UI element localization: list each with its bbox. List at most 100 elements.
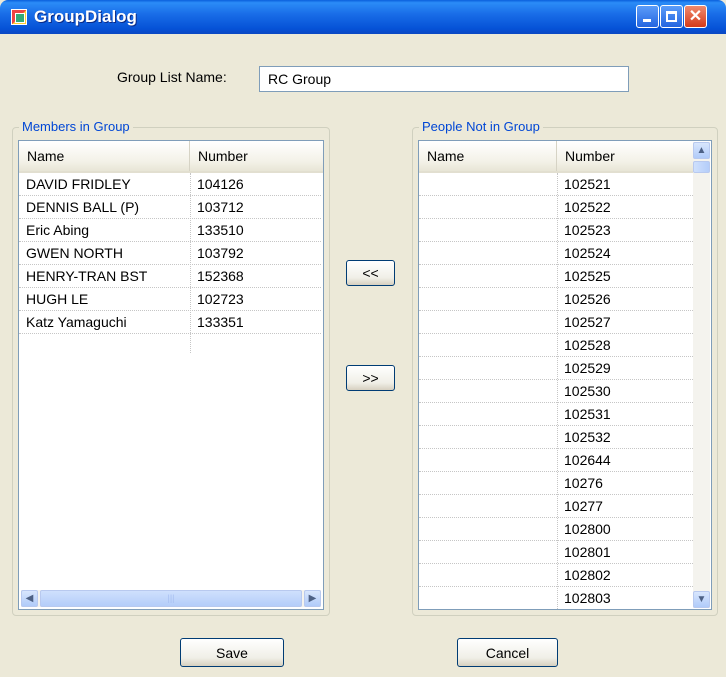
cell-name [419,196,426,218]
app-icon [11,9,27,25]
cell-number: 102529 [564,360,611,376]
cell-number: 10277 [564,498,603,514]
cell-name [419,403,426,425]
table-row[interactable]: 102522 [419,196,693,219]
cell-name [419,311,426,333]
column-header-number[interactable]: Number [190,141,321,171]
cell-name: GWEN NORTH [26,245,123,261]
cell-number: 102723 [197,291,244,307]
cell-number: 103712 [197,199,244,215]
table-row[interactable]: 102532 [419,426,693,449]
title-bar[interactable]: GroupDialog ✕ [0,0,726,34]
table-row[interactable]: Eric Abing 133510 [19,219,321,242]
cell-name [419,334,426,356]
table-row[interactable]: 102524 [419,242,693,265]
cell-name [419,449,426,471]
cell-name [419,564,426,586]
column-header-number[interactable]: Number [557,141,693,171]
table-row[interactable]: 102803 [419,587,693,609]
cell-name [419,242,426,264]
group-name-label: Group List Name: [117,69,227,85]
cell-number: 102802 [564,567,611,583]
group-name-input[interactable]: RC Group [259,66,629,92]
cell-number: 102800 [564,521,611,537]
table-row[interactable]: 102525 [419,265,693,288]
table-row[interactable]: 102528 [419,334,693,357]
cell-number: 102532 [564,429,611,445]
cell-number: 152368 [197,268,244,284]
cell-name: Eric Abing [26,222,90,238]
cell-number: 103792 [197,245,244,261]
cell-name [419,472,426,494]
cell-number: 102530 [564,383,611,399]
table-row[interactable]: HENRY-TRAN BST 152368 [19,265,321,288]
cell-name [419,357,426,379]
cell-name [419,426,426,448]
table-row[interactable]: HUGH LE 102723 [19,288,321,311]
table-row[interactable]: 10276 [419,472,693,495]
table-row[interactable]: 102523 [419,219,693,242]
minimize-button[interactable] [636,5,659,28]
cancel-button[interactable]: Cancel [457,638,558,667]
scroll-thumb[interactable]: ||| [40,590,302,607]
cell-number: 10276 [564,475,603,491]
add-to-group-button[interactable]: << [346,260,395,286]
cell-number: 102524 [564,245,611,261]
cell-name [419,288,426,310]
scroll-left-arrow-icon[interactable]: ◀ [21,590,38,607]
window-title: GroupDialog [34,7,137,26]
cell-number: 104126 [197,176,244,192]
nonmembers-list-header: Name Number [419,141,693,173]
close-button[interactable]: ✕ [684,5,707,28]
cell-number: 102644 [564,452,611,468]
table-row[interactable]: 102644 [419,449,693,472]
cell-name [419,541,426,563]
column-header-name[interactable]: Name [19,141,190,171]
table-row[interactable]: 102801 [419,541,693,564]
nonmembers-vertical-scrollbar[interactable]: ▲ ▼ [693,142,710,608]
cell-name [419,587,426,609]
column-header-name[interactable]: Name [419,141,557,171]
cell-number: 102528 [564,337,611,353]
table-row[interactable]: Katz Yamaguchi 133351 [19,311,321,334]
table-row[interactable]: 102526 [419,288,693,311]
cell-number: 102525 [564,268,611,284]
scroll-thumb[interactable] [693,161,710,173]
table-row[interactable]: DAVID FRIDLEY 104126 [19,173,321,196]
members-list[interactable]: Name Number DAVID FRIDLEY 104126 DENNIS BA… [18,140,324,610]
cell-name [419,380,426,402]
table-row[interactable]: 102521 [419,173,693,196]
cell-number: 102522 [564,199,611,215]
table-row[interactable]: 102800 [419,518,693,541]
cell-number: 133351 [197,314,244,330]
cell-name [419,518,426,540]
table-row[interactable]: DENNIS BALL (P) 103712 [19,196,321,219]
cell-number: 102801 [564,544,611,560]
remove-from-group-button[interactable]: >> [346,365,395,391]
cell-number: 102521 [564,176,611,192]
cell-name: DENNIS BALL (P) [26,199,140,215]
table-row[interactable]: 102530 [419,380,693,403]
save-button[interactable]: Save [180,638,284,667]
table-row[interactable]: 10277 [419,495,693,518]
cell-name [419,265,426,287]
cell-name: HUGH LE [26,291,89,307]
cell-name [419,495,426,517]
cell-name: DAVID FRIDLEY [26,176,131,192]
table-row[interactable]: 102527 [419,311,693,334]
table-row[interactable]: 102802 [419,564,693,587]
cell-number: 102803 [564,590,611,606]
maximize-button[interactable] [660,5,683,28]
cell-number: 102527 [564,314,611,330]
cell-name [419,173,426,195]
scroll-right-arrow-icon[interactable]: ▶ [304,590,321,607]
table-row[interactable]: 102531 [419,403,693,426]
table-row[interactable]: 102529 [419,357,693,380]
scroll-down-arrow-icon[interactable]: ▼ [693,591,710,608]
nonmembers-list[interactable]: Name Number 102521 102522 102523 102524 1025… [418,140,712,610]
scroll-up-arrow-icon[interactable]: ▲ [693,142,710,159]
members-horizontal-scrollbar[interactable]: ◀ ||| ▶ [21,590,321,607]
nonmembers-legend: People Not in Group [419,119,543,134]
table-row[interactable]: GWEN NORTH 103792 [19,242,321,265]
cell-name: Katz Yamaguchi [26,314,127,330]
